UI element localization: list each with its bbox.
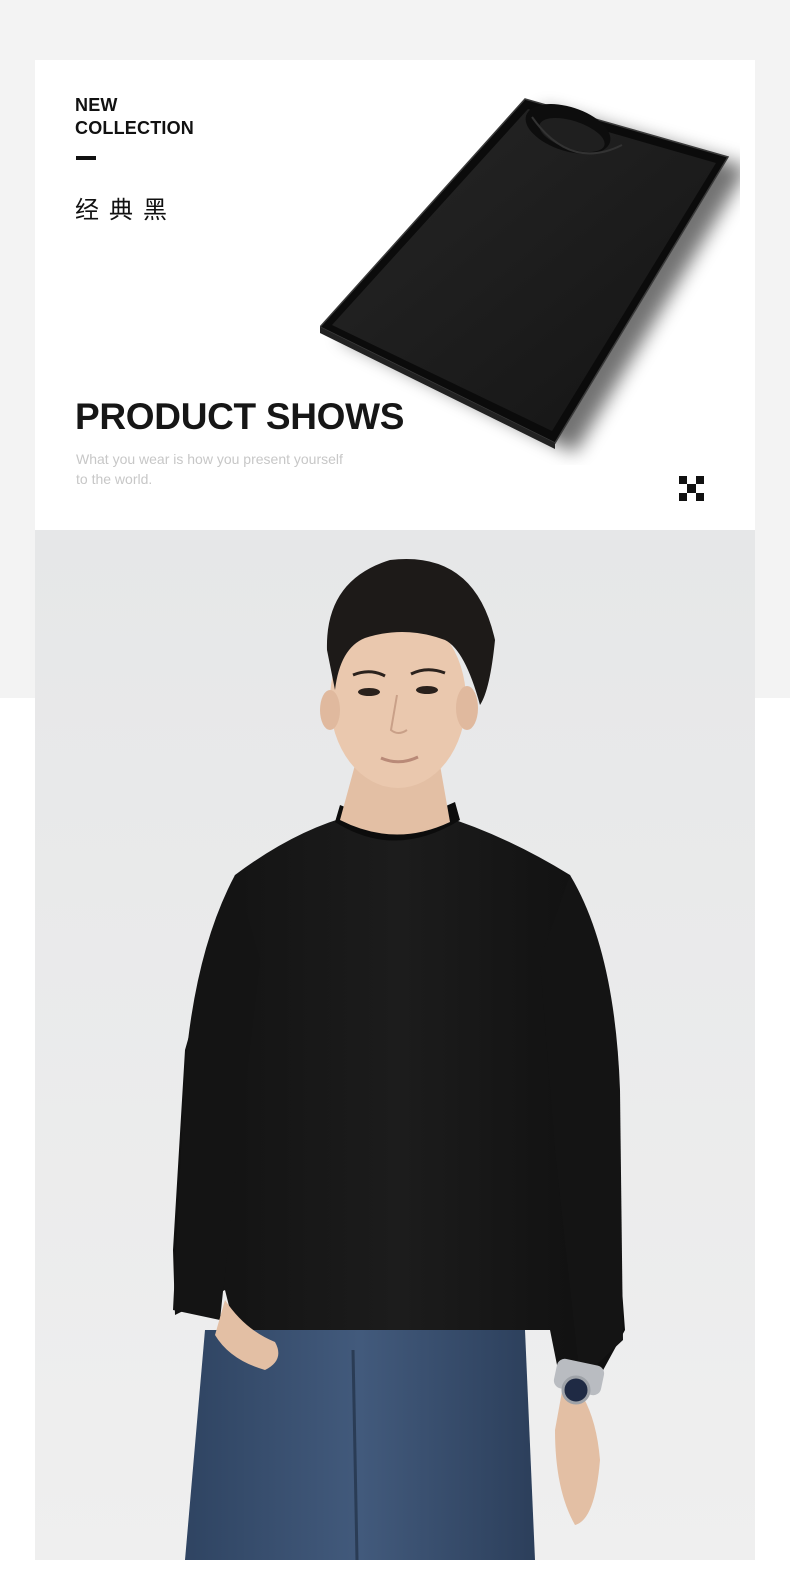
tagline: What you wear is how you present yoursel… bbox=[76, 451, 343, 487]
collection-heading-line-2: COLLECTION bbox=[75, 118, 194, 138]
checkerboard-icon bbox=[679, 476, 704, 501]
product-card: NEW COLLECTION 经典黑 PRODUCT SHOWS What yo… bbox=[35, 60, 755, 530]
model-photo bbox=[35, 530, 755, 1560]
collection-heading-line-1: NEW bbox=[75, 95, 118, 115]
product-shows-title: PRODUCT SHOWS bbox=[75, 396, 405, 437]
collection-heading: NEW COLLECTION bbox=[75, 94, 194, 140]
chinese-title: 经典黑 bbox=[75, 196, 177, 224]
title-divider bbox=[76, 156, 96, 160]
